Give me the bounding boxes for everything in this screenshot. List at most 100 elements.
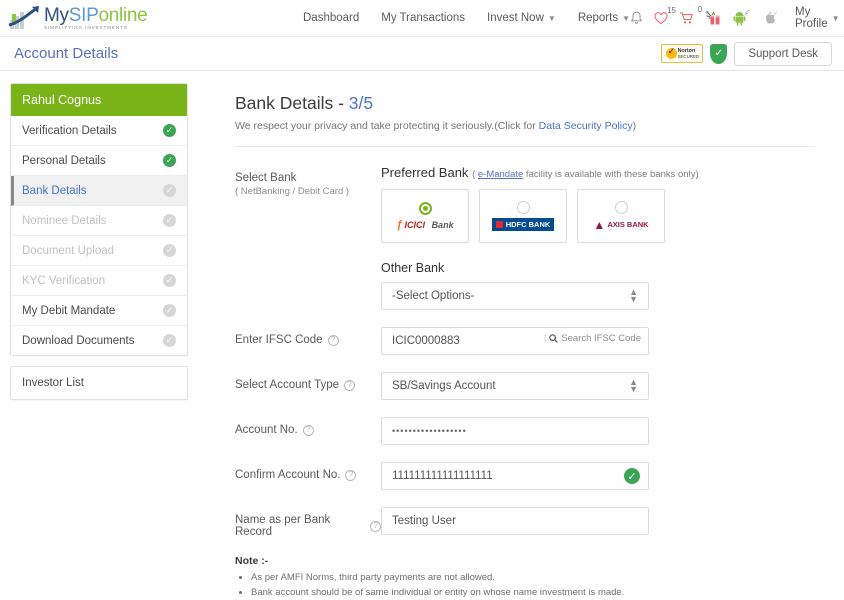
search-ifsc-code-link[interactable]: | Search IFSC Code	[544, 333, 641, 344]
data-security-policy-link[interactable]: Data Security Policy	[539, 120, 633, 132]
page-body: Rahul Cognus Verification Details ✓ Pers…	[0, 71, 844, 600]
nav-item-dashboard-label: Dashboard	[303, 12, 360, 24]
account-number-input[interactable]: ••••••••••••••••••	[381, 417, 649, 445]
bank-option-hdfc[interactable]: HDFC BANK	[479, 189, 567, 243]
confirm-account-input-wrapper: ✓	[381, 462, 649, 490]
preferred-bank-note-rest: facility is available with these banks o…	[523, 169, 699, 180]
nav-item-my-transactions[interactable]: My Transactions	[381, 12, 465, 24]
nav-item-invest-now-label: Invest Now	[487, 12, 544, 24]
sidebar-item-label: Bank Details	[22, 184, 87, 197]
sidebar-item-kyc-verification[interactable]: KYC Verification ✓	[11, 266, 187, 296]
sidebar-item-personal-details[interactable]: Personal Details ✓	[11, 146, 187, 176]
my-profile-menu[interactable]: My Profile ▼	[795, 6, 840, 30]
sidebar-item-label: Personal Details	[22, 154, 106, 167]
sidebar-item-verification-details[interactable]: Verification Details ✓	[11, 116, 187, 146]
sidebar-item-download-documents[interactable]: Download Documents ✓	[11, 326, 187, 355]
help-icon[interactable]: ?	[370, 520, 381, 532]
chevron-down-icon: ▼	[622, 13, 631, 23]
preferred-bank-note: ( e-Mandate facility is available with t…	[472, 169, 699, 180]
notification-bell-icon[interactable]	[630, 11, 643, 25]
bank-option-axis[interactable]: ▲ AXIS BANK	[577, 189, 665, 243]
cart-icon[interactable]: 0	[679, 5, 702, 25]
form-title-text: Bank Details -	[235, 93, 349, 113]
hdfc-bank-logo: HDFC BANK	[491, 218, 555, 231]
account-number-field: ••••••••••••••••••	[381, 417, 814, 445]
axis-bank-logo: ▲ AXIS BANK	[593, 218, 648, 232]
note-block: Note :- As per AMFI Norms, third party p…	[235, 555, 814, 600]
nav-item-dashboard[interactable]: Dashboard	[303, 12, 359, 24]
search-icon	[549, 334, 559, 343]
brand-logo[interactable]: MySIPonline SIMPLIFYING INVESTMENTS	[8, 4, 148, 31]
sidebar-item-label: Verification Details	[22, 124, 117, 137]
sidebar-item-label: KYC Verification	[22, 274, 106, 287]
help-icon[interactable]: ?	[344, 379, 355, 391]
check-circle-icon: ✓	[163, 334, 176, 347]
privacy-note-suffix: )	[632, 120, 637, 132]
bank-radio-axis[interactable]	[614, 200, 628, 214]
security-shield-icon: ✓	[710, 43, 728, 64]
ifsc-field: | Search IFSC Code	[381, 327, 814, 355]
divider-bar: |	[543, 333, 547, 344]
sidebar-steps-card: Rahul Cognus Verification Details ✓ Pers…	[10, 83, 188, 356]
bank-name-field	[381, 507, 814, 538]
bank-option-icici[interactable]: ƒ ICICI Bank	[381, 189, 469, 243]
nav-item-invest-now[interactable]: Invest Now ▼	[487, 12, 556, 24]
investor-list-button[interactable]: Investor List	[10, 366, 188, 400]
confirm-account-input[interactable]	[381, 462, 649, 490]
sidebar-item-label: Download Documents	[22, 334, 135, 347]
account-number-label-group: Account No. ?	[235, 417, 381, 445]
bank-name-label-group: Name as per Bank Record ?	[235, 507, 381, 538]
sidebar-item-nominee-details[interactable]: Nominee Details ✓	[11, 206, 187, 236]
ifsc-input-wrapper: | Search IFSC Code	[381, 327, 649, 355]
check-circle-icon: ✓	[163, 184, 176, 197]
support-desk-button[interactable]: Support Desk	[734, 41, 832, 66]
bank-radio-icici[interactable]	[418, 201, 432, 215]
axis-logo-name: AXIS BANK	[607, 220, 649, 229]
privacy-note: We respect your privacy and take protect…	[235, 120, 814, 132]
account-type-selected-value: SB/Savings Account	[392, 380, 496, 392]
account-type-field: SB/Savings Account ▲ ▼	[381, 372, 814, 400]
sidebar-item-my-debit-mandate[interactable]: My Debit Mandate ✓	[11, 296, 187, 326]
note-heading: Note :-	[235, 555, 269, 567]
top-navigation-bar: MySIPonline SIMPLIFYING INVESTMENTS Dash…	[0, 0, 844, 36]
e-mandate-link[interactable]: e-Mandate	[478, 169, 523, 180]
bank-radio-hdfc[interactable]	[516, 201, 530, 214]
confirm-account-number-row: Confirm Account No. ? ✓	[235, 462, 814, 490]
help-icon[interactable]: ?	[327, 334, 339, 346]
note-list: As per AMFI Norms, third party payments …	[235, 571, 814, 600]
help-icon[interactable]: ?	[345, 469, 357, 481]
brand-name-part1: My	[44, 4, 69, 26]
rewards-gift-icon[interactable]	[705, 10, 722, 26]
other-bank-select[interactable]: -Select Options- ▲ ▼	[381, 282, 649, 310]
axis-logo-mark: ▲	[593, 217, 606, 232]
note-item: Bank account should be of same individua…	[251, 586, 814, 600]
account-type-select[interactable]: SB/Savings Account ▲ ▼	[381, 372, 649, 400]
confirm-account-field: ✓	[381, 462, 814, 490]
ifsc-label-text: Enter IFSC Code	[235, 334, 323, 346]
help-icon[interactable]: ?	[302, 424, 314, 436]
icici-bank-logo: ƒ ICICI Bank	[396, 219, 453, 231]
android-app-icon[interactable]	[733, 10, 750, 26]
nav-item-my-transactions-label: My Transactions	[381, 12, 465, 24]
select-bank-sublabel: ( NetBanking / Debit Card )	[235, 186, 350, 197]
sidebar-item-label: Document Upload	[22, 244, 115, 257]
bank-name-input[interactable]	[381, 507, 649, 535]
sidebar-item-bank-details[interactable]: Bank Details ✓	[11, 176, 187, 206]
account-type-label-text: Select Account Type	[235, 379, 339, 391]
account-number-label-text: Account No.	[235, 424, 298, 436]
norton-secured-badge: Norton SECURED	[661, 44, 704, 63]
norton-check-icon	[665, 46, 677, 59]
norton-badge-mid: SECURED	[677, 54, 700, 60]
cart-count-badge: 0	[697, 5, 703, 14]
account-number-row: Account No. ? ••••••••••••••••••	[235, 417, 814, 445]
wishlist-heart-icon[interactable]: 15	[654, 6, 676, 25]
ifsc-label-group: Enter IFSC Code ?	[235, 327, 381, 355]
check-circle-icon: ✓	[163, 304, 176, 317]
nav-item-reports[interactable]: Reports ▼	[578, 12, 630, 24]
brand-name-part2: SIP	[68, 4, 99, 26]
form-title: Bank Details - 3/5	[235, 93, 814, 114]
account-type-label-group: Select Account Type ?	[235, 372, 381, 400]
account-number-label: Account No. ?	[235, 424, 381, 436]
apple-app-icon[interactable]	[761, 10, 778, 26]
sidebar-item-document-upload[interactable]: Document Upload ✓	[11, 236, 187, 266]
